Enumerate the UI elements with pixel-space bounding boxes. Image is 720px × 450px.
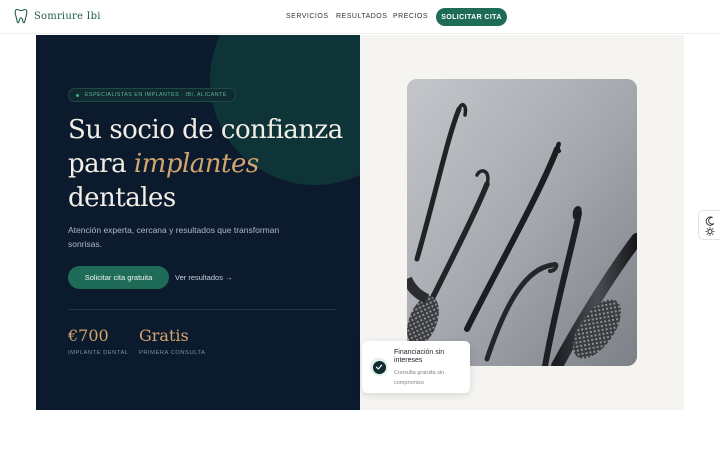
nav-precios[interactable]: PRECIOS <box>393 13 428 20</box>
page: Somriure Ibi SERVICIOS RESULTADOS PRECIO… <box>0 0 720 450</box>
theme-toggle[interactable] <box>698 210 720 240</box>
stat-consultation: Gratis PRIMERA CONSULTA <box>139 326 205 356</box>
stat-implant: €700 IMPLANTE DENTAL <box>68 326 129 356</box>
hero-subtitle: Atención experta, cercana y resultados q… <box>68 225 280 249</box>
stat-label: PRIMERA CONSULTA <box>139 350 206 356</box>
stat-value: €700 <box>68 326 109 345</box>
badge-text: ESPECIALISTAS EN IMPLANTES · IBI, ALICAN… <box>85 92 227 98</box>
financing-card: Financiación sin intereses Consulta grat… <box>362 341 470 393</box>
stats-divider <box>68 309 336 310</box>
nav-resultados[interactable]: RESULTADOS <box>336 13 387 20</box>
view-results-link[interactable]: Ver resultados → <box>175 273 233 282</box>
brand-name: Somriure Ibi <box>34 10 101 22</box>
stat-label: IMPLANTE DENTAL <box>68 350 129 356</box>
dental-instruments-image <box>407 79 637 366</box>
hero-title-accent: implantes <box>133 149 259 179</box>
sun-icon[interactable] <box>705 226 715 237</box>
check-circle-icon <box>370 358 388 376</box>
card-subtitle: Consulta gratuita sin compromiso <box>394 370 445 386</box>
moon-icon[interactable] <box>705 216 715 226</box>
dental-instruments-photo <box>407 79 637 366</box>
specialist-badge: ESPECIALISTAS EN IMPLANTES · IBI, ALICAN… <box>68 88 236 102</box>
stat-value: Gratis <box>139 326 189 345</box>
hero-panel: ESPECIALISTAS EN IMPLANTES · IBI, ALICAN… <box>36 35 360 410</box>
badge-dot-icon <box>76 94 79 97</box>
card-title: Financiación sin intereses <box>394 349 445 364</box>
hero-title: Su socio de confianza para implantes den… <box>68 113 348 215</box>
hero-title-line2-pre: para <box>68 149 134 179</box>
tooth-icon <box>14 8 28 24</box>
request-free-appointment-button[interactable]: Solicitar cita gratuita <box>68 266 169 289</box>
request-appointment-button[interactable]: SOLICITAR CITA <box>436 8 507 26</box>
nav-servicios[interactable]: SERVICIOS <box>286 13 329 20</box>
hero-title-line3: dentales <box>68 183 176 213</box>
brand-logo[interactable]: Somriure Ibi <box>14 8 101 24</box>
hero-title-line1: Su socio de confianza <box>68 115 343 145</box>
site-header: Somriure Ibi SERVICIOS RESULTADOS PRECIO… <box>0 0 720 34</box>
